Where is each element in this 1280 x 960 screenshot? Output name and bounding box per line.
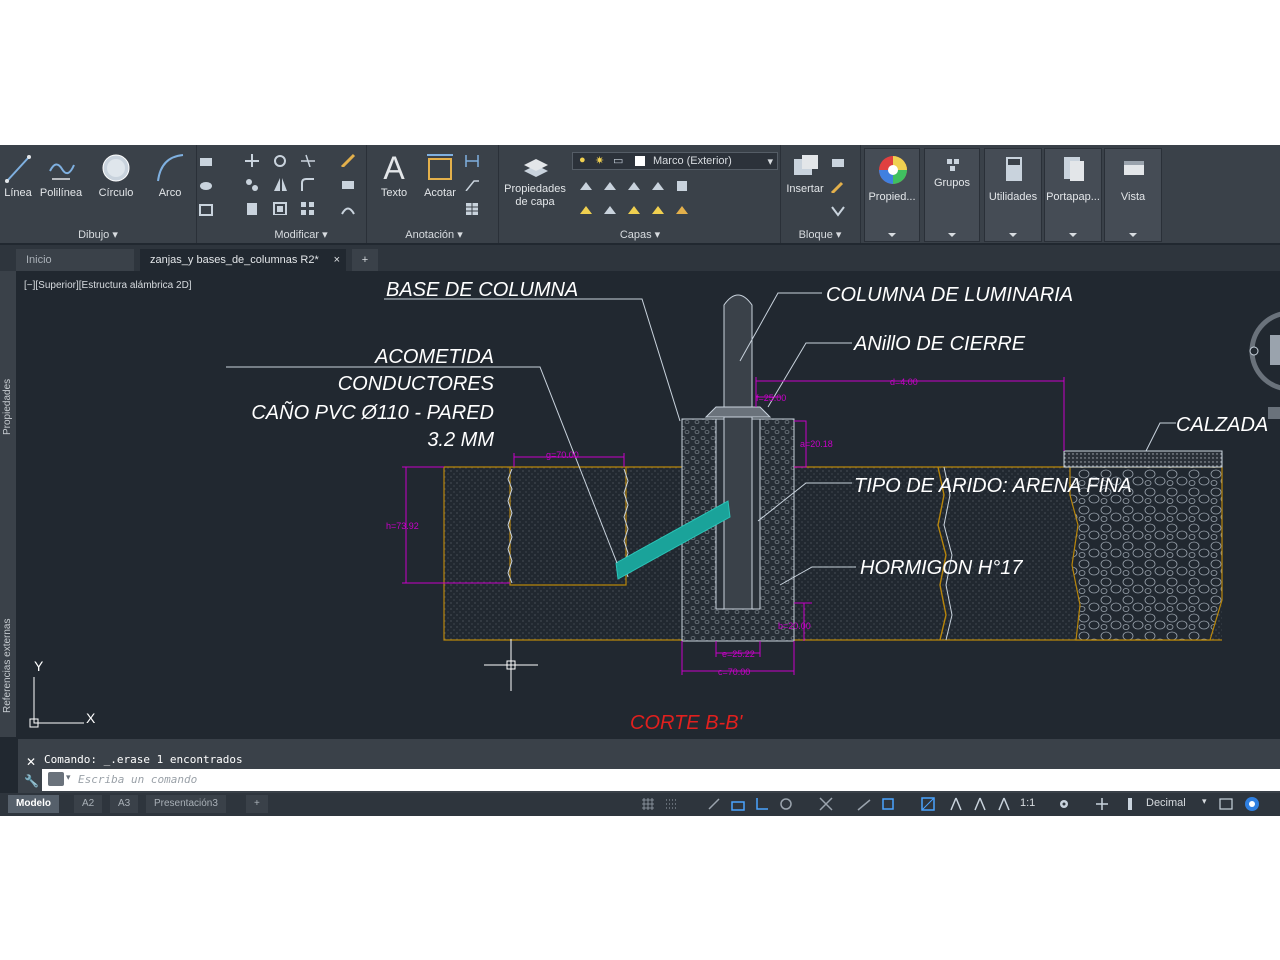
ortho-icon[interactable] bbox=[754, 796, 770, 812]
polar-icon[interactable] bbox=[778, 796, 794, 812]
closing-ring bbox=[704, 406, 772, 418]
annotation-scale-value[interactable]: 1:1 bbox=[1020, 797, 1035, 809]
units-dropdown[interactable]: Decimal bbox=[1146, 797, 1186, 809]
gear-icon[interactable] bbox=[1056, 796, 1072, 812]
label-acometida-2: CONDUCTORES bbox=[338, 373, 495, 395]
dim-g: g=70.00 bbox=[546, 450, 579, 460]
command-placeholder: Escriba un comando bbox=[78, 773, 198, 786]
label-acometida-1: ACOMETIDA bbox=[374, 346, 494, 368]
ucs-x-label: X bbox=[86, 710, 96, 726]
label-base-columna: BASE DE COLUMNA bbox=[386, 279, 578, 301]
dim-d: d=4.00 bbox=[890, 377, 918, 387]
selection-cycle-icon[interactable] bbox=[920, 796, 936, 812]
layout-tab-a2[interactable]: A2 bbox=[74, 795, 103, 813]
status-bar: Modelo A2 A3 Presentación3 + 1:1 Decimal… bbox=[0, 793, 1280, 816]
dim-f: f=25.00 bbox=[756, 393, 786, 403]
snap-icon[interactable] bbox=[664, 796, 680, 812]
isolate-icon[interactable] bbox=[1122, 796, 1138, 812]
close-icon[interactable]: ✕ bbox=[26, 755, 36, 769]
label-columna-luminaria: COLUMNA DE LUMINARIA bbox=[826, 284, 1073, 306]
dim-e: e=25.22 bbox=[722, 649, 755, 659]
annotation-scale-icon[interactable] bbox=[996, 796, 1012, 812]
label-arido: TIPO DE ARIDO: ARENA FINA bbox=[854, 475, 1132, 497]
layout-tab-modelo[interactable]: Modelo bbox=[8, 795, 59, 813]
plus-icon[interactable] bbox=[1094, 796, 1110, 812]
dim-c: c=70.00 bbox=[718, 667, 750, 677]
luminaire-column bbox=[723, 294, 753, 610]
wrench-icon[interactable]: 🔧 bbox=[24, 774, 39, 788]
infer-icon[interactable] bbox=[706, 796, 722, 812]
ucs-y-label: Y bbox=[34, 658, 44, 674]
dim-b: b=20.00 bbox=[778, 621, 811, 631]
command-line: ✕ 🔧 Comando: _.erase 1 encontrados ▾ Esc… bbox=[18, 739, 1280, 793]
road-asphalt bbox=[1063, 450, 1223, 468]
command-prompt-icon[interactable] bbox=[48, 772, 64, 786]
chevron-down-icon[interactable]: ▾ bbox=[1202, 797, 1207, 807]
label-calzada: CALZADA bbox=[1176, 414, 1268, 436]
new-layout-button[interactable]: + bbox=[246, 795, 268, 813]
label-hormigon: HORMIGON H°17 bbox=[860, 557, 1023, 579]
ucs-icon bbox=[29, 677, 84, 728]
autocad-window: Línea Polilínea Círculo Arco Dibujo ▾ Mo… bbox=[0, 145, 1280, 816]
layout-tab-presentacion3[interactable]: Presentación3 bbox=[146, 795, 226, 813]
viewcube[interactable] bbox=[1249, 311, 1280, 419]
annotation-visibility-icon[interactable] bbox=[948, 796, 964, 812]
label-acometida-3: CAÑO PVC Ø110 - PARED bbox=[251, 400, 494, 424]
label-corte: CORTE B-B' bbox=[630, 712, 744, 734]
command-history: Comando: _.erase 1 encontrados bbox=[44, 753, 243, 766]
auto-scale-icon[interactable] bbox=[972, 796, 988, 812]
label-acometida-4: 3.2 MM bbox=[427, 429, 494, 451]
quick-properties-icon[interactable] bbox=[1218, 796, 1234, 812]
drawing-svg: g=70.00 h=73.92 d=4.00 f=25.00 a=20.18 b… bbox=[29, 279, 1280, 734]
chevron-down-icon[interactable]: ▾ bbox=[66, 773, 71, 783]
label-anillo: ANillO DE CIERRE bbox=[853, 333, 1026, 355]
layout-tab-a3[interactable]: A3 bbox=[110, 795, 139, 813]
grid-icon[interactable] bbox=[640, 796, 656, 812]
command-input[interactable]: ▾ Escriba un comando bbox=[42, 769, 1280, 791]
dim-h: h=73.92 bbox=[386, 521, 419, 531]
osnap-icon[interactable] bbox=[818, 796, 834, 812]
dim-a: a=20.18 bbox=[800, 439, 833, 449]
hardware-acceleration-icon[interactable] bbox=[1244, 796, 1260, 812]
lineweight-icon[interactable] bbox=[880, 796, 896, 812]
otrack-icon[interactable] bbox=[856, 796, 872, 812]
dynamic-input-icon[interactable] bbox=[730, 796, 746, 812]
crosshair-cursor bbox=[484, 639, 538, 691]
